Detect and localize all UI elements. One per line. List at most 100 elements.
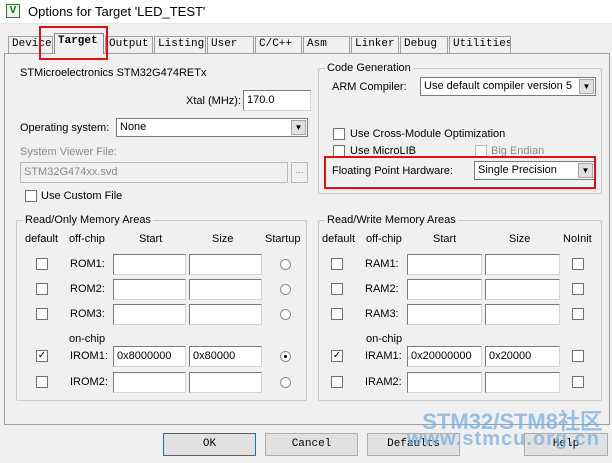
svf-label: System Viewer File: [20, 146, 117, 158]
ram-default-checkbox[interactable] [331, 283, 343, 295]
rom-size-input[interactable] [189, 279, 262, 300]
ram-start-input[interactable] [407, 372, 482, 393]
rom-header-startup: Startup [265, 233, 301, 245]
ram-area-name: IRAM1: [365, 350, 402, 362]
svf-input[interactable]: STM32G474xx.svd [20, 162, 288, 183]
tab-linker[interactable]: Linker [351, 36, 399, 53]
compiler-label: ARM Compiler: [332, 81, 407, 93]
ram-header-size: Size [509, 233, 531, 245]
rom-startup-radio[interactable] [280, 377, 291, 388]
rom-startup-radio[interactable] [280, 309, 291, 320]
rom-area-name: ROM3: [70, 308, 105, 320]
ram-size-input[interactable] [485, 304, 560, 325]
ram-size-input[interactable] [485, 254, 560, 275]
cross-module-label: Use Cross-Module Optimization [350, 128, 506, 140]
rom-header-offchip: off-chip [69, 233, 105, 245]
rom-size-input[interactable] [189, 254, 262, 275]
rom-header-size: Size [212, 233, 234, 245]
watermark-url: www.stmcu.org.cn [406, 428, 600, 450]
ram-header-noinit: NoInit [563, 233, 592, 245]
use-custom-file-checkbox[interactable] [25, 190, 37, 202]
rom-header-start: Start [139, 233, 163, 245]
keil-app-icon: V [6, 4, 20, 18]
ram-noinit-checkbox[interactable] [572, 376, 584, 388]
ram-area-name: RAM1: [365, 258, 399, 270]
rom-default-checkbox[interactable] [36, 283, 48, 295]
code-generation-title: Code Generation [325, 62, 413, 74]
os-select[interactable]: None ▼ [116, 118, 308, 137]
tab-debug[interactable]: Debug [400, 36, 448, 53]
chevron-down-icon[interactable]: ▼ [579, 79, 594, 94]
rom-onchip-label: on-chip [69, 333, 106, 345]
rom-area-name: ROM2: [70, 283, 105, 295]
cancel-button[interactable]: Cancel [265, 433, 358, 456]
ram-title: Read/Write Memory Areas [325, 214, 458, 226]
ram-size-input[interactable] [485, 279, 560, 300]
ram-default-checkbox[interactable]: ✓ [331, 350, 343, 362]
rom-header-default: default [25, 233, 59, 245]
rom-default-checkbox[interactable] [36, 376, 48, 388]
chevron-down-icon[interactable]: ▼ [291, 120, 306, 135]
rom-start-input[interactable] [113, 372, 186, 393]
rom-startup-radio[interactable] [280, 259, 291, 270]
rom-area-name: IROM2: [70, 376, 108, 388]
rom-default-checkbox[interactable]: ✓ [36, 350, 48, 362]
ram-header-offchip: off-chip [366, 233, 402, 245]
fph-highlight [324, 156, 596, 189]
rom-size-input[interactable] [189, 304, 262, 325]
ram-area-name: IRAM2: [365, 376, 402, 388]
browse-button[interactable]: ... [291, 162, 308, 183]
target-tab-highlight [39, 26, 108, 60]
radio-selected-dot [284, 355, 287, 358]
rom-startup-radio[interactable] [280, 351, 291, 362]
rom-area-name: ROM1: [70, 258, 105, 270]
ram-default-checkbox[interactable] [331, 376, 343, 388]
window-title: Options for Target 'LED_TEST' [28, 4, 206, 19]
rom-start-input[interactable] [113, 279, 186, 300]
compiler-select[interactable]: Use default compiler version 5 ▼ [420, 77, 596, 96]
rom-title: Read/Only Memory Areas [23, 214, 153, 226]
xtal-input[interactable]: 170.0 [243, 90, 311, 111]
ram-onchip-label: on-chip [366, 333, 403, 345]
tab-user[interactable]: User [207, 36, 254, 53]
ram-start-input[interactable] [407, 254, 482, 275]
compiler-select-value: Use default compiler version 5 [424, 80, 572, 92]
ram-start-input[interactable]: 0x20000000 [407, 346, 482, 367]
cross-module-checkbox[interactable] [333, 128, 345, 140]
custom-file-label: Use Custom File [41, 190, 123, 202]
rom-area-name: IROM1: [70, 350, 108, 362]
ram-default-checkbox[interactable] [331, 258, 343, 270]
rom-size-input[interactable] [189, 372, 262, 393]
ram-default-checkbox[interactable] [331, 308, 343, 320]
ram-header-default: default [322, 233, 356, 245]
rom-startup-radio[interactable] [280, 284, 291, 295]
tab-asm[interactable]: Asm [303, 36, 350, 53]
xtal-label: Xtal (MHz): [186, 95, 241, 107]
ram-start-input[interactable] [407, 304, 482, 325]
ram-start-input[interactable] [407, 279, 482, 300]
tab-output[interactable]: Output [105, 36, 153, 53]
ram-area-name: RAM2: [365, 283, 399, 295]
rom-default-checkbox[interactable] [36, 308, 48, 320]
ram-area-name: RAM3: [365, 308, 399, 320]
tab-utilities[interactable]: Utilities [449, 36, 511, 53]
rom-size-input[interactable]: 0x80000 [189, 346, 262, 367]
device-name: STMicroelectronics STM32G474RETx [20, 67, 207, 79]
ram-noinit-checkbox[interactable] [572, 283, 584, 295]
ram-noinit-checkbox[interactable] [572, 258, 584, 270]
ram-size-input[interactable] [485, 372, 560, 393]
os-label: Operating system: [20, 122, 110, 134]
tab-c-cpp[interactable]: C/C++ [255, 36, 302, 53]
os-select-value: None [120, 121, 147, 133]
rom-start-input[interactable] [113, 304, 186, 325]
rom-start-input[interactable]: 0x8000000 [113, 346, 186, 367]
title-bar: V Options for Target 'LED_TEST' [0, 0, 612, 24]
rom-default-checkbox[interactable] [36, 258, 48, 270]
rom-start-input[interactable] [113, 254, 186, 275]
ram-header-start: Start [433, 233, 457, 245]
ram-size-input[interactable]: 0x20000 [485, 346, 560, 367]
ok-button[interactable]: OK [163, 433, 256, 456]
tab-listing[interactable]: Listing [154, 36, 206, 53]
ram-noinit-checkbox[interactable] [572, 308, 584, 320]
ram-noinit-checkbox[interactable] [572, 350, 584, 362]
